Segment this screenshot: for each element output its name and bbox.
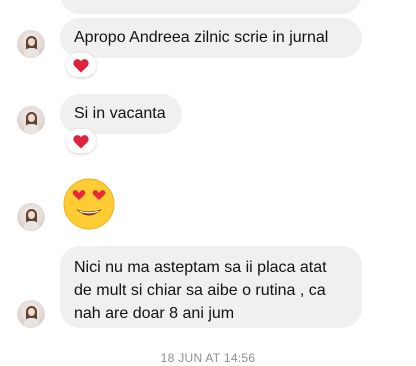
message-text: Si in vacanta (74, 105, 166, 122)
message-bubble[interactable]: Apropo Andreea zilnic scrie in jurnal (60, 18, 362, 58)
heart-icon (73, 58, 89, 72)
message-bubble[interactable]: Si in vacanta (60, 94, 182, 134)
sender-avatar[interactable] (17, 106, 45, 134)
message-reaction[interactable] (66, 129, 96, 153)
sender-avatar[interactable] (17, 30, 45, 58)
sender-avatar[interactable] (17, 300, 45, 328)
sender-avatar[interactable] (17, 203, 45, 231)
message-text: Apropo Andreea zilnic scrie in jurnal (74, 29, 329, 46)
heart-eyes-emoji[interactable] (63, 178, 115, 230)
message-reaction[interactable] (66, 53, 96, 77)
heart-icon (73, 134, 89, 148)
message-timestamp: 18 JUN AT 14:56 (160, 351, 256, 365)
message-bubble[interactable]: Nici nu ma asteptam sa ii placa atat de … (60, 246, 362, 328)
message-text: Nici nu ma asteptam sa ii placa atat de … (74, 259, 327, 322)
previous-message-bubble (60, 0, 362, 14)
